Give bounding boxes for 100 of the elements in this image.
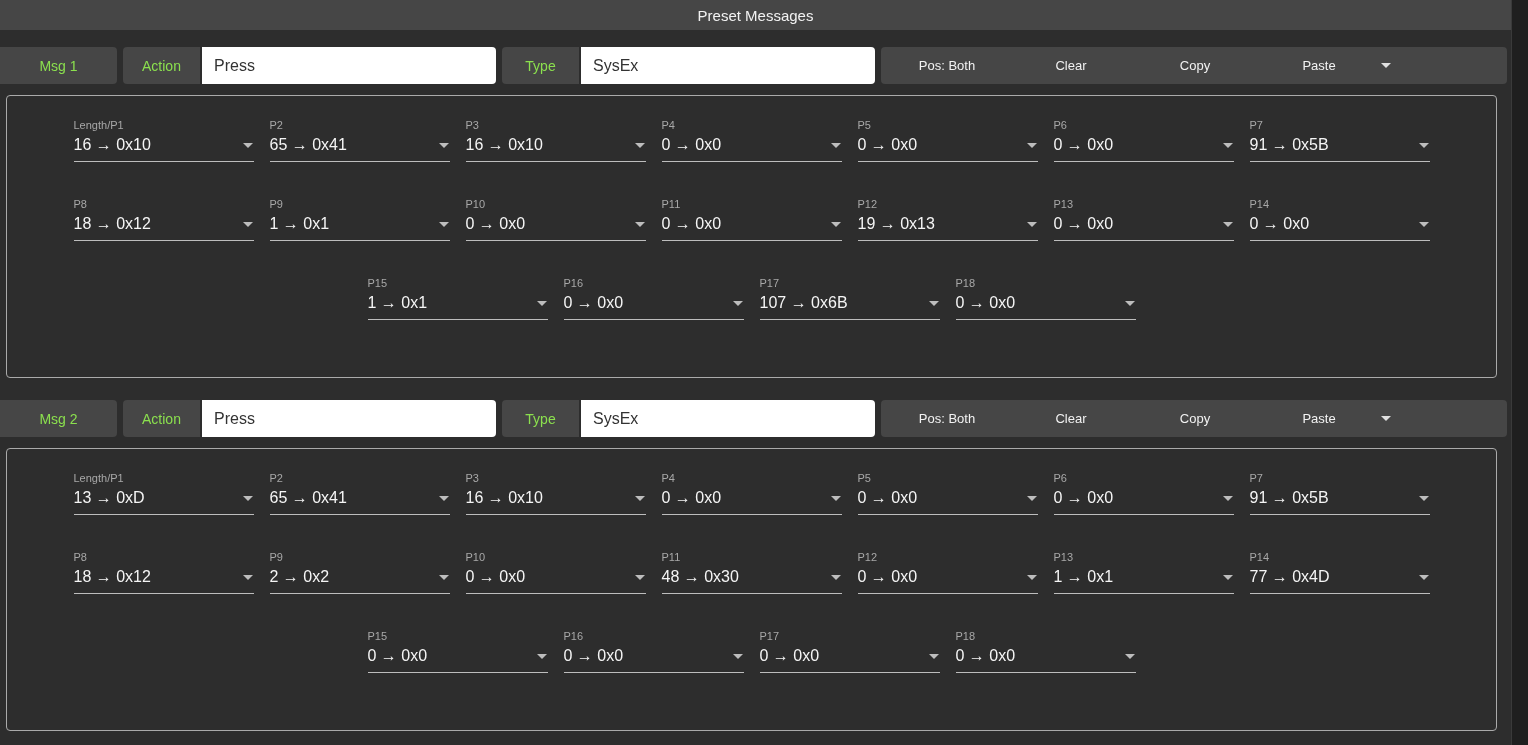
parameter-select[interactable]: 0 → 0x0 (563, 645, 744, 673)
dropdown-arrow-icon[interactable] (634, 142, 645, 148)
dropdown-arrow-icon[interactable] (1124, 653, 1135, 659)
dropdown-arrow-icon[interactable] (830, 221, 841, 227)
message-label: Msg 2 (0, 400, 117, 437)
toolbar-button[interactable]: Pos: Both (885, 407, 1009, 430)
parameter-label: P9 (269, 551, 283, 563)
dropdown-arrow-icon[interactable] (242, 574, 253, 580)
dropdown-arrow-icon[interactable] (242, 142, 253, 148)
parameter-label: P11 (661, 551, 681, 563)
dropdown-arrow-icon[interactable] (536, 300, 547, 306)
dropdown-arrow-icon[interactable] (1222, 142, 1233, 148)
toolbar-button[interactable]: Copy (1133, 407, 1257, 430)
parameter-select[interactable]: 0 → 0x0 (563, 292, 744, 320)
dropdown-arrow-icon[interactable] (438, 142, 449, 148)
parameter-label: P3 (465, 472, 479, 484)
parameter-label: P4 (661, 119, 675, 131)
dropdown-arrow-icon[interactable] (1418, 142, 1429, 148)
dropdown-arrow-icon[interactable] (732, 653, 743, 659)
parameter-select[interactable]: 0 → 0x0 (661, 487, 842, 515)
dropdown-arrow-icon[interactable] (242, 495, 253, 501)
action-field[interactable]: Press (202, 400, 496, 437)
toolbar-button[interactable]: Clear (1009, 407, 1133, 430)
dropdown-arrow-icon[interactable] (1418, 574, 1429, 580)
action-field[interactable]: Press (202, 47, 496, 84)
dropdown-arrow-icon[interactable] (830, 574, 841, 580)
parameter-select[interactable]: 1 → 0x1 (1053, 566, 1234, 594)
parameter-select[interactable]: 16 → 0x10 (465, 134, 646, 162)
dropdown-arrow-icon[interactable] (1026, 495, 1037, 501)
dropdown-arrow-icon[interactable] (1418, 221, 1429, 227)
dropdown-arrow-icon[interactable] (634, 221, 645, 227)
dropdown-arrow-icon[interactable] (1026, 221, 1037, 227)
dropdown-arrow-icon[interactable] (242, 221, 253, 227)
parameter-select[interactable]: 1 → 0x1 (367, 292, 548, 320)
parameter-select[interactable]: 2 → 0x2 (269, 566, 450, 594)
caret-icon[interactable] (1381, 416, 1391, 421)
dropdown-arrow-icon[interactable] (1026, 574, 1037, 580)
dropdown-arrow-icon[interactable] (732, 300, 743, 306)
parameter-select[interactable]: 91 → 0x5B (1249, 487, 1430, 515)
toolbar-button[interactable]: Pos: Both (885, 54, 1009, 77)
caret-icon[interactable] (1381, 63, 1391, 68)
dropdown-arrow-icon[interactable] (438, 574, 449, 580)
dropdown-arrow-icon[interactable] (1124, 300, 1135, 306)
parameter-label: P8 (73, 198, 87, 210)
parameter-label: P2 (269, 119, 283, 131)
parameter-select[interactable]: 48 → 0x30 (661, 566, 842, 594)
parameter-select[interactable]: 0 → 0x0 (1053, 134, 1234, 162)
parameter-select[interactable]: 65 → 0x41 (269, 487, 450, 515)
toolbar-button[interactable]: Clear (1009, 54, 1133, 77)
parameter-label: P7 (1249, 119, 1263, 131)
parameter-select[interactable]: 0 → 0x0 (955, 645, 1136, 673)
type-field[interactable]: SysEx (581, 47, 875, 84)
parameter-select[interactable]: 0 → 0x0 (465, 213, 646, 241)
dropdown-arrow-icon[interactable] (1222, 221, 1233, 227)
dropdown-arrow-icon[interactable] (830, 495, 841, 501)
parameter-select[interactable]: 19 → 0x13 (857, 213, 1038, 241)
toolbar-button[interactable]: Copy (1133, 54, 1257, 77)
dropdown-arrow-icon[interactable] (928, 653, 939, 659)
parameter-select[interactable]: 0 → 0x0 (1053, 487, 1234, 515)
toolbar-button[interactable]: Paste (1257, 407, 1381, 430)
dropdown-arrow-icon[interactable] (1222, 495, 1233, 501)
toolbar-button[interactable]: Paste (1257, 54, 1381, 77)
parameter-label: P14 (1249, 551, 1270, 563)
parameter-select[interactable]: 0 → 0x0 (955, 292, 1136, 320)
parameter-select[interactable]: 0 → 0x0 (1053, 213, 1234, 241)
parameter-select[interactable]: 0 → 0x0 (1249, 213, 1430, 241)
dropdown-arrow-icon[interactable] (830, 142, 841, 148)
dropdown-arrow-icon[interactable] (1418, 495, 1429, 501)
parameter-label: P6 (1053, 472, 1067, 484)
parameter-label: P11 (661, 198, 681, 210)
parameter-select[interactable]: 13 → 0xD (73, 487, 254, 515)
parameter-select[interactable]: 0 → 0x0 (759, 645, 940, 673)
dropdown-arrow-icon[interactable] (438, 221, 449, 227)
dropdown-arrow-icon[interactable] (536, 653, 547, 659)
parameter-select[interactable]: 77 → 0x4D (1249, 566, 1430, 594)
dropdown-arrow-icon[interactable] (634, 495, 645, 501)
parameter-select[interactable]: 91 → 0x5B (1249, 134, 1430, 162)
dropdown-arrow-icon[interactable] (634, 574, 645, 580)
parameter-label: P4 (661, 472, 675, 484)
dropdown-arrow-icon[interactable] (1222, 574, 1233, 580)
parameter-select[interactable]: 107 → 0x6B (759, 292, 940, 320)
parameter-select[interactable]: 0 → 0x0 (661, 134, 842, 162)
parameter-select[interactable]: 0 → 0x0 (857, 487, 1038, 515)
parameter-select[interactable]: 0 → 0x0 (857, 134, 1038, 162)
dropdown-arrow-icon[interactable] (438, 495, 449, 501)
parameter-select[interactable]: 0 → 0x0 (367, 645, 548, 673)
parameter-select[interactable]: 0 → 0x0 (465, 566, 646, 594)
parameter-select[interactable]: 0 → 0x0 (661, 213, 842, 241)
parameter-select[interactable]: 1 → 0x1 (269, 213, 450, 241)
action-label: Action (123, 47, 200, 84)
dropdown-arrow-icon[interactable] (1026, 142, 1037, 148)
dropdown-arrow-icon[interactable] (928, 300, 939, 306)
type-field[interactable]: SysEx (581, 400, 875, 437)
parameter-select[interactable]: 65 → 0x41 (269, 134, 450, 162)
parameter-select[interactable]: 16 → 0x10 (73, 134, 254, 162)
parameter-select[interactable]: 18 → 0x12 (73, 213, 254, 241)
parameter-select[interactable]: 0 → 0x0 (857, 566, 1038, 594)
parameter-label: P2 (269, 472, 283, 484)
parameter-select[interactable]: 18 → 0x12 (73, 566, 254, 594)
parameter-select[interactable]: 16 → 0x10 (465, 487, 646, 515)
